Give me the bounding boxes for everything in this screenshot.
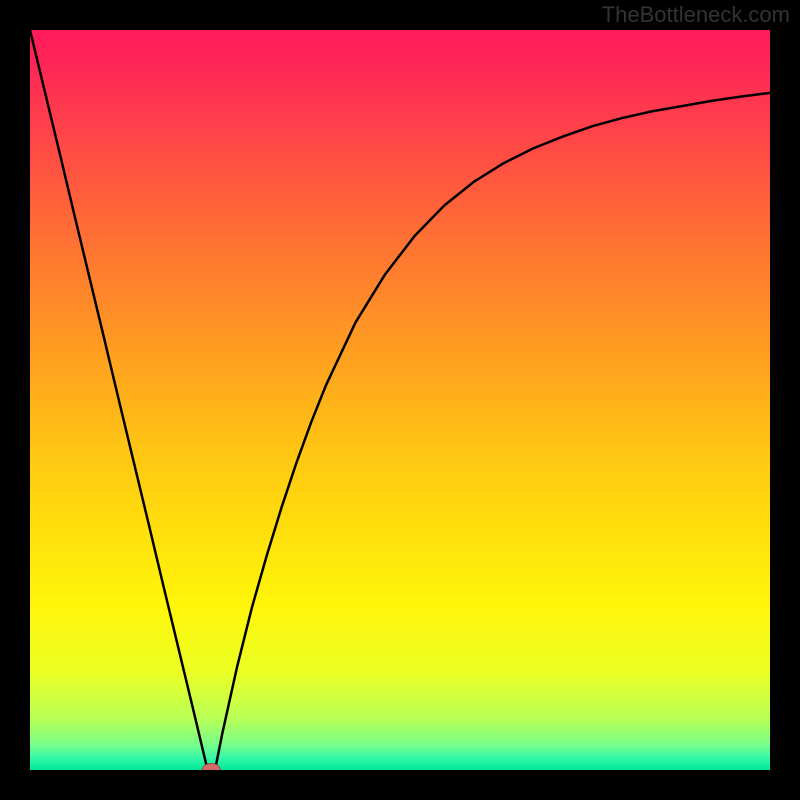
watermark-text: TheBottleneck.com [602,2,790,28]
gradient-background [30,30,770,770]
chart-frame: TheBottleneck.com [0,0,800,800]
plot-area [30,30,770,770]
chart-svg [30,30,770,770]
